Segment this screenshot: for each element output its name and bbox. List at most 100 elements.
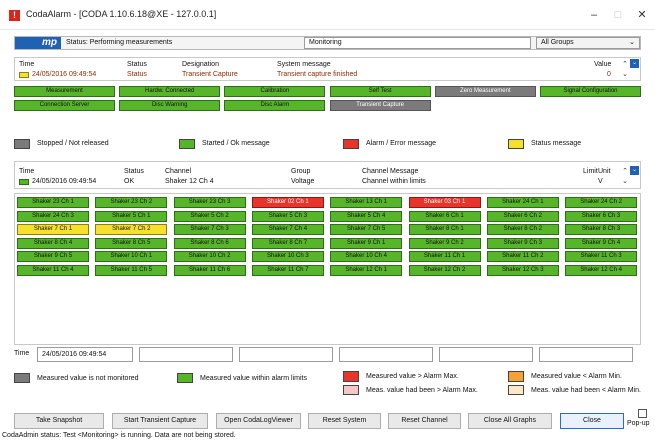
channel-shaker-24-ch-3[interactable]: Shaker 24 Ch 3: [17, 210, 89, 222]
channel-shaker-11-ch-5[interactable]: Shaker 11 Ch 5: [95, 264, 168, 276]
channel-shaker-12-ch-4[interactable]: Shaker 12 Ch 4: [565, 264, 638, 276]
status-text: Status: Performing measurements: [66, 39, 173, 46]
mp-logo: mp: [15, 37, 61, 49]
function-button-calibration[interactable]: Calibration: [224, 86, 326, 97]
reset-channel-button[interactable]: Reset Channel: [388, 413, 461, 429]
channel-shaker-23-ch-3[interactable]: Shaker 23 Ch 3: [173, 197, 246, 208]
minimize-button[interactable]: –: [583, 6, 605, 24]
channel-shaker-12-ch-3[interactable]: Shaker 12 Ch 3: [486, 264, 559, 276]
window-title: CodaAlarm - [CODA 1.10.6.18@XE - 127.0.0…: [26, 9, 217, 19]
close-button[interactable]: Close: [560, 413, 624, 429]
function-button-zero-measurement[interactable]: Zero Measurement: [434, 86, 536, 97]
col-header-channel-message: Channel Message: [362, 168, 419, 175]
channel-shaker-10-ch-1[interactable]: Shaker 10 Ch 1: [95, 251, 168, 262]
legend-swatch-measured-value-is-not-monitored: [14, 373, 30, 383]
expand-icon[interactable]: ⌄: [630, 166, 639, 175]
channel-shaker-5-ch-3[interactable]: Shaker 5 Ch 3: [251, 210, 324, 222]
channel-shaker-11-ch-4[interactable]: Shaker 11 Ch 4: [17, 264, 89, 276]
channel-shaker-8-ch-6[interactable]: Shaker 8 Ch 6: [173, 237, 246, 249]
close-all-graphs-button[interactable]: Close All Graphs: [468, 413, 552, 429]
channel-shaker-10-ch-2[interactable]: Shaker 10 Ch 2: [173, 251, 246, 262]
channel-shaker-03-ch-1[interactable]: Shaker 03 Ch 1: [408, 197, 481, 208]
channel-shaker-24-ch-1[interactable]: Shaker 24 Ch 1: [486, 197, 559, 208]
channel-grid: Shaker 23 Ch 1 Shaker 23 Ch 2 Shaker 23 Ch…: [14, 193, 641, 345]
expand-icon[interactable]: ⌄: [630, 59, 639, 68]
channel-shaker-7-ch-4[interactable]: Shaker 7 Ch 4: [251, 224, 324, 235]
legend-label-meas-value-had-been-alarm-max: Meas. value had been > Alarm Max.: [366, 387, 478, 394]
channel-shaker-7-ch-5[interactable]: Shaker 7 Ch 5: [330, 224, 403, 235]
function-button-disc-warning[interactable]: Disc Warning: [119, 100, 221, 111]
channel-shaker-10-ch-4[interactable]: Shaker 10 Ch 4: [330, 251, 403, 262]
chevron-down-icon: ⌄: [629, 39, 635, 46]
table-row[interactable]: 24/05/2016 09:49:54 OK Shaker 12 Ch 4 Vo…: [15, 178, 625, 188]
channel-message-table: Time Status Channel Group Channel Messag…: [14, 161, 641, 189]
channel-shaker-11-ch-3[interactable]: Shaker 11 Ch 3: [565, 251, 638, 262]
channel-shaker-10-ch-3[interactable]: Shaker 10 Ch 3: [251, 251, 324, 262]
channel-shaker-5-ch-2[interactable]: Shaker 5 Ch 2: [173, 210, 246, 222]
channel-shaker-02-ch-1[interactable]: Shaker 02 Ch 1: [251, 197, 324, 208]
channel-shaker-11-ch-2[interactable]: Shaker 11 Ch 2: [486, 251, 559, 262]
legend-label-alarm-error-message: Alarm / Error message: [366, 140, 437, 147]
channel-shaker-12-ch-1[interactable]: Shaker 12 Ch 1: [330, 264, 403, 276]
channel-shaker-6-ch-2[interactable]: Shaker 6 Ch 2: [486, 210, 559, 222]
function-button-transient-capture[interactable]: Transient Capture: [329, 100, 431, 111]
channel-shaker-7-ch-3[interactable]: Shaker 7 Ch 3: [173, 224, 246, 235]
function-button-self-test[interactable]: Self Test: [329, 86, 431, 97]
function-button-connection-server[interactable]: Connection Server: [14, 100, 115, 111]
channel-shaker-8-ch-3[interactable]: Shaker 8 Ch 3: [565, 224, 638, 235]
channel-shaker-6-ch-1[interactable]: Shaker 6 Ch 1: [408, 210, 481, 222]
function-button-hardw-connected[interactable]: Hardw. Connected: [119, 86, 221, 97]
channel-shaker-12-ch-2[interactable]: Shaker 12 Ch 2: [408, 264, 481, 276]
open-codalogviewer-button[interactable]: Open CodaLogViewer: [216, 413, 301, 429]
channel-shaker-23-ch-1[interactable]: Shaker 23 Ch 1: [17, 197, 89, 208]
legend-label-measured-value-alarm-max: Measured value > Alarm Max.: [366, 373, 459, 380]
legend-swatch-status-message: [508, 139, 524, 149]
channel-shaker-8-ch-2[interactable]: Shaker 8 Ch 2: [486, 224, 559, 235]
close-window-button[interactable]: ✕: [631, 6, 653, 24]
channel-shaker-9-ch-1[interactable]: Shaker 9 Ch 1: [330, 237, 403, 249]
function-button-signal-configuration[interactable]: Signal Configuration: [540, 86, 641, 97]
channel-shaker-11-ch-7[interactable]: Shaker 11 Ch 7: [251, 264, 324, 276]
channel-shaker-9-ch-3[interactable]: Shaker 9 Ch 3: [486, 237, 559, 249]
channel-shaker-13-ch-1[interactable]: Shaker 13 Ch 1: [330, 197, 403, 208]
function-button-measurement[interactable]: Measurement: [14, 86, 115, 97]
start-transient-capture-button[interactable]: Start Transient Capture: [112, 413, 208, 429]
channel-shaker-6-ch-3[interactable]: Shaker 6 Ch 3: [565, 210, 638, 222]
col-header-designation: Designation: [182, 61, 219, 68]
function-button-disc-alarm[interactable]: Disc Alarm: [224, 100, 326, 111]
channel-shaker-7-ch-2[interactable]: Shaker 7 Ch 2: [95, 224, 168, 235]
table-row[interactable]: 24/05/2016 09:49:54 Status Transient Cap…: [15, 71, 625, 81]
scroll-down-icon[interactable]: ⌄: [622, 177, 628, 185]
channel-shaker-8-ch-7[interactable]: Shaker 8 Ch 7: [251, 237, 324, 249]
footer-status-text: CodaAdmin status: Test <Monitoring> is r…: [2, 432, 236, 439]
channel-shaker-8-ch-4[interactable]: Shaker 8 Ch 4: [17, 237, 89, 249]
reset-system-button[interactable]: Reset System: [308, 413, 381, 429]
channel-shaker-23-ch-2[interactable]: Shaker 23 Ch 2: [95, 197, 168, 208]
scroll-down-icon[interactable]: ⌄: [622, 70, 628, 78]
col-header-value: Value: [594, 61, 612, 68]
channel-shaker-11-ch-6[interactable]: Shaker 11 Ch 6: [173, 264, 246, 276]
channel-shaker-11-ch-1[interactable]: Shaker 11 Ch 1: [408, 251, 481, 262]
channel-shaker-8-ch-1[interactable]: Shaker 8 Ch 1: [408, 224, 481, 235]
popup-checkbox[interactable]: [638, 409, 647, 418]
group-select[interactable]: All Groups ⌄: [536, 37, 640, 49]
time-field: 24/05/2016 09:49:54: [37, 347, 133, 362]
channel-shaker-8-ch-5[interactable]: Shaker 8 Ch 5: [95, 237, 168, 249]
col-header-limit: Limit: [583, 168, 598, 175]
channel-shaker-9-ch-5[interactable]: Shaker 9 Ch 5: [17, 251, 89, 262]
channel-shaker-9-ch-4[interactable]: Shaker 9 Ch 4: [565, 237, 638, 249]
channel-shaker-7-ch-1[interactable]: Shaker 7 Ch 1: [17, 224, 89, 235]
channel-shaker-24-ch-2[interactable]: Shaker 24 Ch 2: [565, 197, 638, 208]
maximize-button[interactable]: □: [607, 6, 629, 24]
scroll-up-icon[interactable]: ⌃: [622, 167, 628, 175]
legend-swatch-measured-value-within-alarm-limits: [177, 373, 193, 383]
col-header-group: Group: [291, 168, 311, 175]
app-alarm-icon: !: [9, 10, 20, 21]
channel-shaker-9-ch-2[interactable]: Shaker 9 Ch 2: [408, 237, 481, 249]
take-snapshot-button[interactable]: Take Snapshot: [14, 413, 104, 429]
channel-shaker-5-ch-4[interactable]: Shaker 5 Ch 4: [330, 210, 403, 222]
scroll-up-icon[interactable]: ⌃: [622, 60, 628, 68]
channel-shaker-5-ch-1[interactable]: Shaker 5 Ch 1: [95, 210, 168, 222]
ok-message-icon: [19, 179, 29, 185]
time-label: Time: [14, 350, 30, 357]
